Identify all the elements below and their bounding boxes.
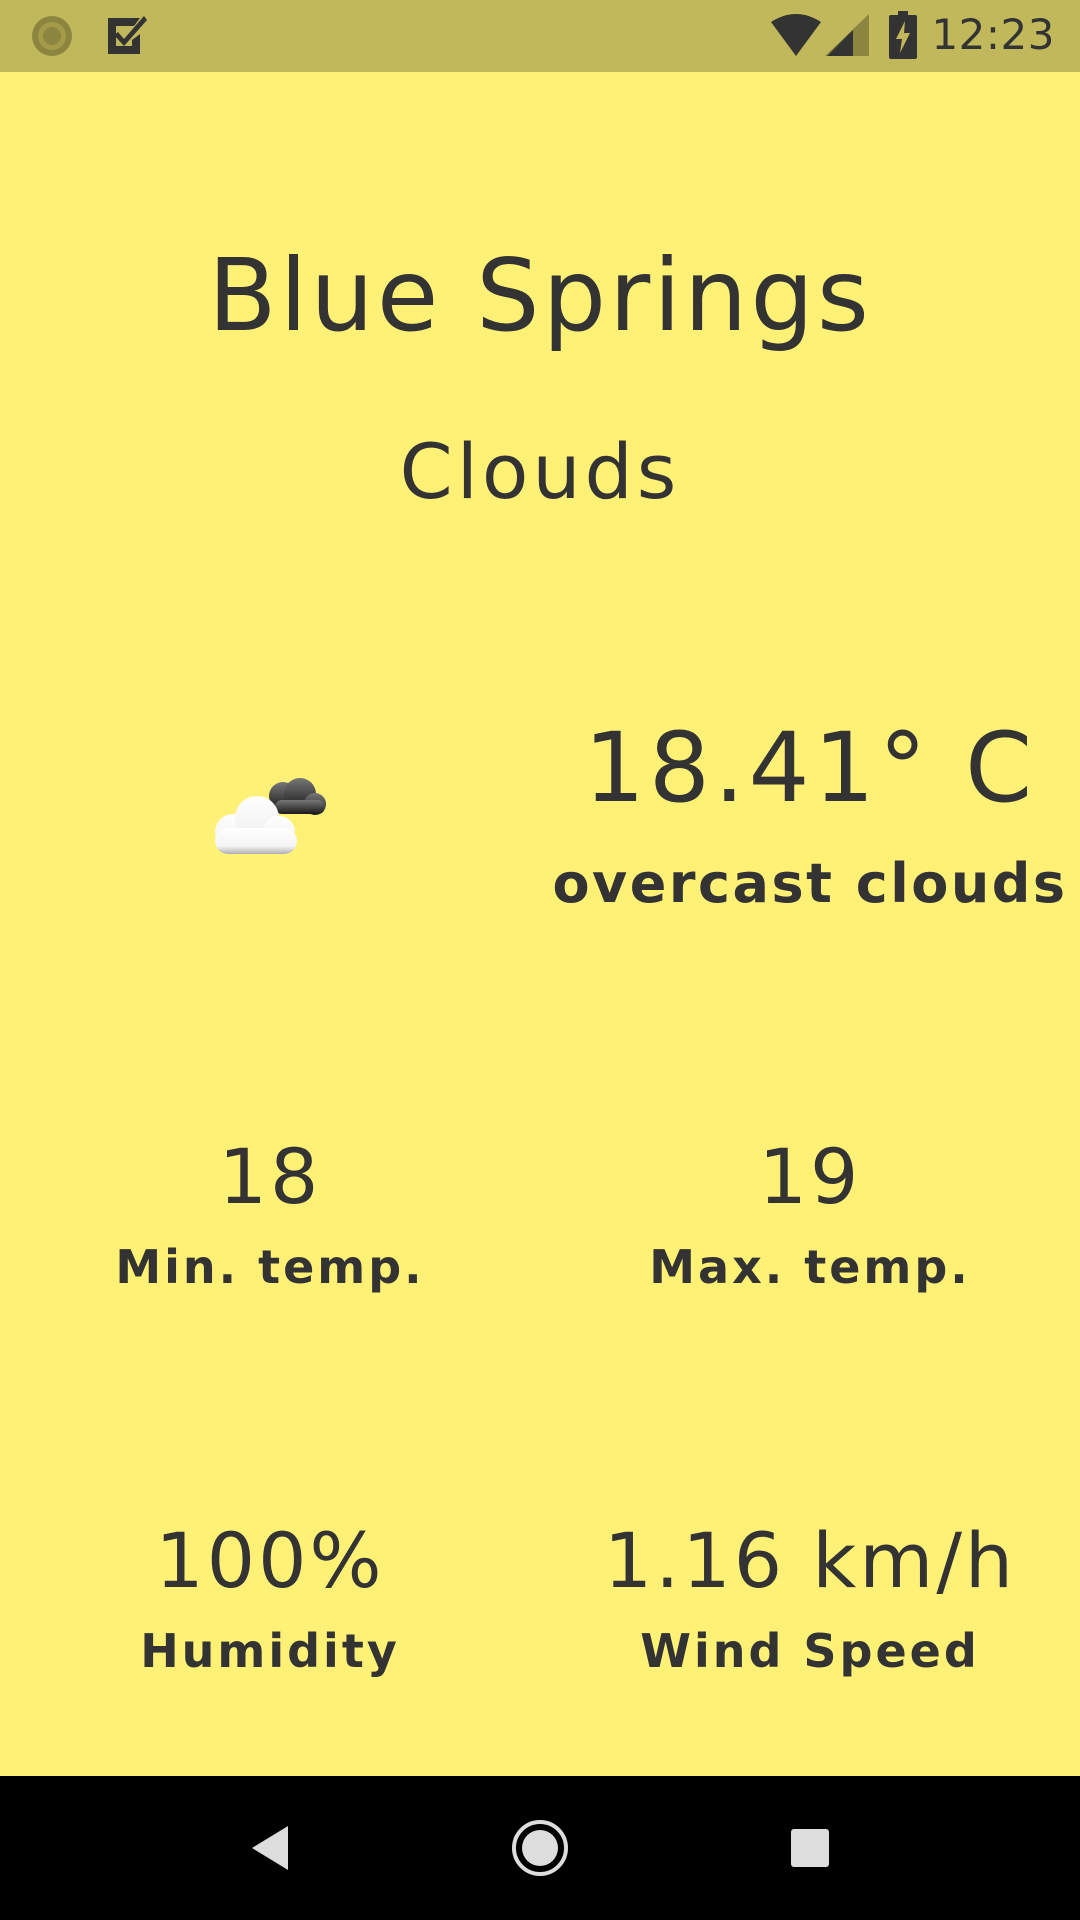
status-bar: 12:23 xyxy=(0,0,1080,72)
status-bar-right: 12:23 xyxy=(771,10,1055,59)
max-temp-value: 19 xyxy=(758,1132,862,1221)
wind-speed-label: Wind Speed xyxy=(640,1624,980,1678)
home-icon[interactable] xyxy=(510,1818,570,1878)
humidity-value: 100% xyxy=(155,1516,385,1605)
status-clock: 12:23 xyxy=(931,10,1055,59)
wifi-icon xyxy=(771,13,822,56)
min-temp-label: Min. temp. xyxy=(115,1240,425,1294)
wind-speed-value: 1.16 km/h xyxy=(603,1516,1017,1605)
humidity-label: Humidity xyxy=(140,1624,400,1678)
checkbox-icon xyxy=(108,16,147,54)
weather-condition: Clouds xyxy=(399,427,681,516)
recents-icon[interactable] xyxy=(780,1818,840,1878)
current-temperature: 18.41° C xyxy=(583,712,1037,824)
weather-screen: Blue Springs Clouds 18.41° C overcast cl… xyxy=(0,72,1080,1776)
battery-charging-icon xyxy=(889,10,918,59)
back-icon[interactable] xyxy=(240,1818,300,1878)
weather-description: overcast clouds xyxy=(552,852,1068,915)
max-temp-label: Max. temp. xyxy=(649,1240,971,1294)
navigation-bar xyxy=(0,1776,1080,1920)
overcast-clouds-icon xyxy=(215,778,326,854)
city-name: Blue Springs xyxy=(208,237,872,354)
status-bar-left xyxy=(30,14,148,58)
min-temp-value: 18 xyxy=(218,1132,322,1221)
app-notification-icon xyxy=(32,16,72,56)
signal-icon xyxy=(825,13,870,56)
